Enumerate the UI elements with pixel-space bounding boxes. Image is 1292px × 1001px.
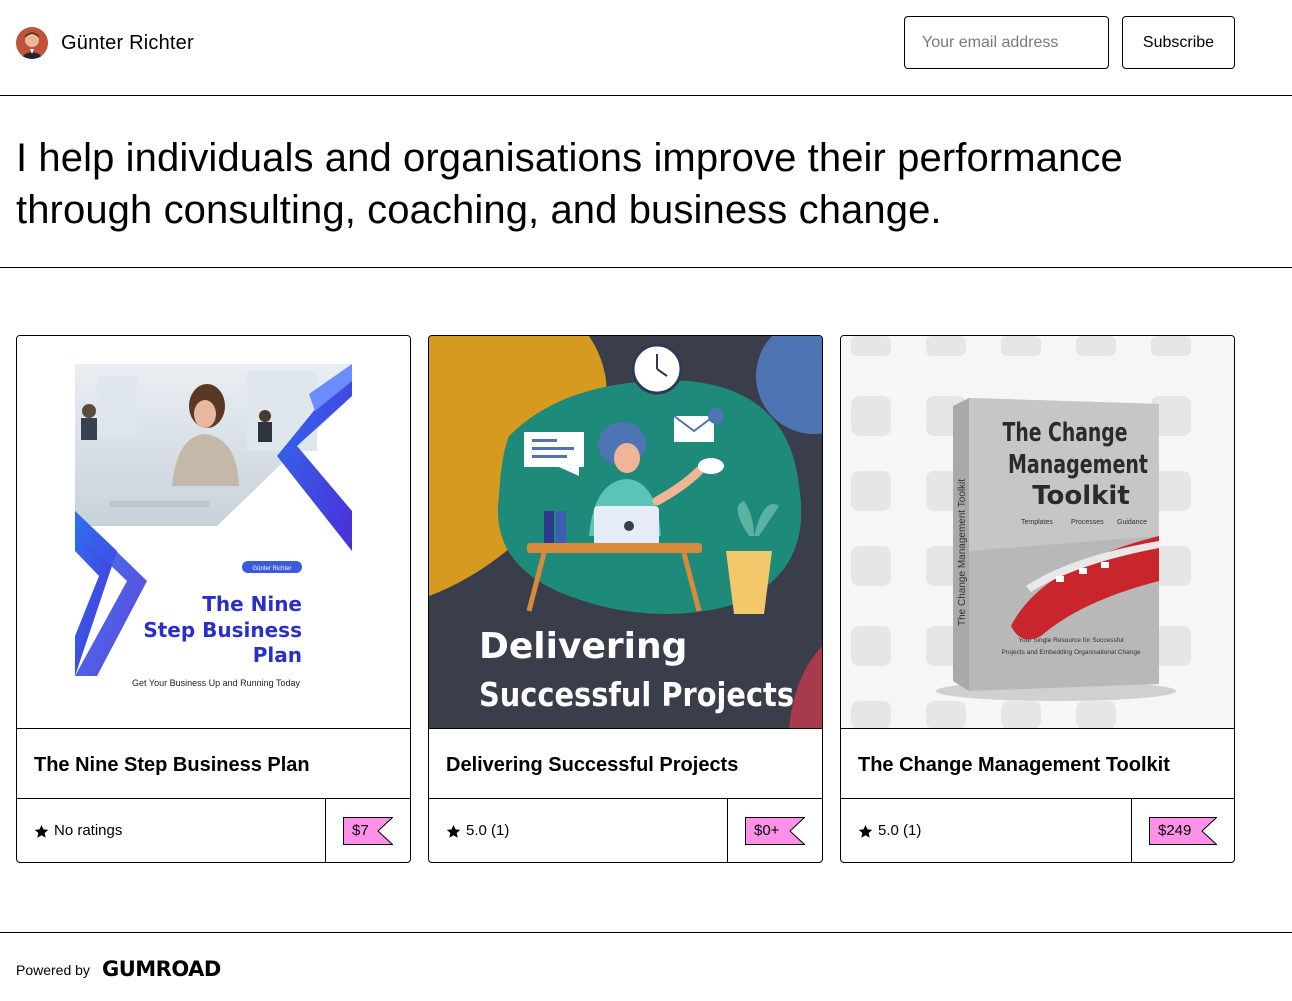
price-cell: $7: [325, 799, 410, 862]
price-cell: $0+: [727, 799, 822, 862]
price-cell: $249: [1131, 799, 1234, 862]
cover-feature-processes: Processes: [1071, 519, 1104, 526]
cover-title-line2: Successful Projects: [479, 675, 794, 714]
price-text: $249: [1158, 822, 1192, 839]
product-card-nine-step-business-plan[interactable]: Günter Richter The Nine Step Business Pl…: [16, 335, 411, 863]
price-tag: $249: [1149, 817, 1217, 845]
cover-title-line2: Management: [1008, 450, 1148, 480]
product-footer: 5.0 (1) $0+: [429, 798, 822, 862]
cover-title-line3: Plan: [253, 643, 302, 667]
star-icon: [858, 824, 873, 838]
star-icon: [446, 824, 461, 838]
price-text: $0+: [754, 822, 780, 839]
price-text: $7: [352, 822, 369, 839]
product-title[interactable]: The Change Management Toolkit: [858, 753, 1170, 777]
product-rating: 5.0 (1): [858, 821, 921, 841]
cover-title-line1: Delivering: [479, 626, 687, 667]
cover-blurb-line1: Your Single Resource for Successful: [1018, 637, 1124, 644]
product-title[interactable]: Delivering Successful Projects: [446, 753, 738, 777]
product-cover-image[interactable]: The Change Management Toolkit Templates …: [841, 336, 1234, 729]
product-footer: 5.0 (1) $249: [841, 798, 1234, 862]
subscribe-button[interactable]: Subscribe: [1122, 16, 1235, 69]
rating-text: 5.0 (1): [878, 822, 922, 839]
rating-text: No ratings: [54, 822, 123, 839]
cover-title-line1: The Nine: [202, 592, 302, 616]
cover-spine-text: The Change Management Toolkit: [957, 479, 968, 626]
price-tag: $7: [343, 817, 393, 845]
product-cover-image[interactable]: Delivering Successful Projects: [429, 336, 822, 729]
price-tag: $0+: [745, 817, 805, 845]
product-cover-image[interactable]: Günter Richter The Nine Step Business Pl…: [17, 336, 410, 729]
bio-section: I help individuals and organisations imp…: [0, 96, 1292, 268]
cover-title-line2: Step Business: [143, 618, 302, 642]
powered-by-text: Powered by: [16, 962, 90, 978]
gumroad-logo[interactable]: GUMROAD: [102, 957, 221, 981]
product-rating: No ratings: [34, 821, 122, 841]
creator-name[interactable]: Günter Richter: [61, 31, 194, 55]
cover-badge: Günter Richter: [252, 566, 291, 572]
cover-tagline: Get Your Business Up and Running Today: [132, 678, 300, 688]
page-footer: Powered by GUMROAD: [0, 932, 1292, 1001]
product-card-change-management-toolkit[interactable]: The Change Management Toolkit Templates …: [840, 335, 1235, 863]
rating-text: 5.0 (1): [466, 822, 510, 839]
product-rating: 5.0 (1): [446, 821, 509, 841]
creator-avatar[interactable]: [16, 27, 48, 59]
cover-title-line3: Toolkit: [1032, 481, 1130, 511]
page-header: Günter Richter Subscribe: [0, 0, 1292, 96]
cover-blurb-line2: Projects and Embedding Organisational Ch…: [1001, 649, 1141, 656]
bio-text: I help individuals and organisations imp…: [16, 136, 1123, 232]
cover-title-line1: The Change: [1003, 418, 1128, 448]
product-title[interactable]: The Nine Step Business Plan: [34, 753, 310, 777]
cover-feature-templates: Templates: [1021, 519, 1053, 526]
email-input[interactable]: [904, 16, 1109, 69]
star-icon: [34, 824, 49, 838]
cover-feature-guidance: Guidance: [1117, 519, 1147, 526]
product-grid: Günter Richter The Nine Step Business Pl…: [0, 268, 1292, 932]
product-card-delivering-successful-projects[interactable]: Delivering Successful Projects Deliverin…: [428, 335, 823, 863]
product-footer: No ratings $7: [17, 798, 410, 862]
